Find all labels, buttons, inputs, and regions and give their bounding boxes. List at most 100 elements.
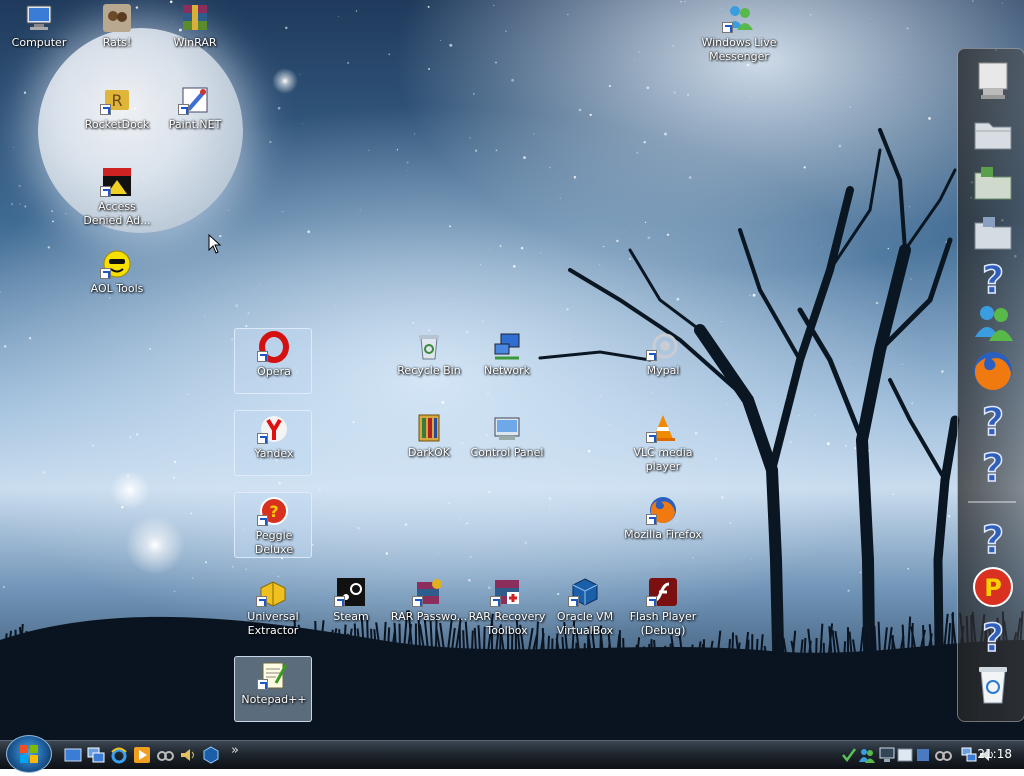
grass-blade [168,632,172,669]
star [749,295,750,296]
virtualbox-icon[interactable] [202,746,220,764]
star [751,559,752,560]
start-button[interactable] [6,735,52,773]
desktop-icon-access-denied[interactable]: Access Denied Ad... [78,164,156,230]
desktop-icon-peggle[interactable]: ? Peggle Deluxe [234,492,312,558]
star [600,396,602,398]
dock-separator [968,501,1016,503]
clock[interactable]: 21:18 [977,747,1012,761]
star [254,289,255,290]
shortcut-arrow-icon [412,596,423,607]
desktop-icon-paint-net[interactable]: Paint.NET [156,82,234,148]
desktop-icon-computer[interactable]: Computer [0,0,78,66]
desktop-icon-mypal[interactable]: Mypal [624,328,702,394]
star [715,458,717,460]
desktop-icon-rocketdock[interactable]: R RocketDock [78,82,156,148]
desktop-icon-control-panel[interactable]: Control Panel [468,410,546,476]
display-icon[interactable] [896,746,914,764]
star [629,258,631,260]
grass-blade [783,638,788,666]
folder-icon[interactable] [971,111,1015,155]
star [941,370,944,373]
computer-icon [23,2,55,34]
grass-blade [936,613,938,652]
star [523,156,526,159]
desktop-icon-windows-live-messenger[interactable]: Windows Live Messenger [700,0,778,66]
grass-blade [860,627,863,659]
grass-blade [736,635,740,669]
folder-icon[interactable] [971,211,1015,255]
folder-icon[interactable] [971,161,1015,205]
star [833,368,835,370]
desktop-icon-rar-recovery[interactable]: RAR Recovery Toolbox [468,574,546,640]
desktop-icon-universal-extractor[interactable]: Universal Extractor [234,574,312,640]
star [43,471,46,474]
desktop-icon-darkok[interactable]: DarkOK [390,410,468,476]
desktop-icon-notepadpp[interactable]: Notepad++ [234,656,312,722]
media-player-icon[interactable] [133,746,151,764]
grass-blade [948,623,950,651]
grass-blade [792,631,795,666]
grass-blade [220,646,222,666]
desktop-icon-opera[interactable]: Opera [234,328,312,394]
desktop-icon-rar-password[interactable]: RAR Passwo... [390,574,468,640]
recycle-bin-icon[interactable] [971,661,1015,705]
star [845,445,847,447]
messenger-icon[interactable] [971,301,1015,345]
grass-blade [719,648,720,670]
grass-blade [632,648,637,667]
switch-windows-icon[interactable] [87,746,105,764]
icon-label: VLC media player [624,446,702,474]
desktop-icon-rats[interactable]: Rats! [78,0,156,66]
quick-launch-overflow-button[interactable]: » [231,743,239,758]
messenger-icon[interactable] [858,746,876,764]
star [658,563,659,564]
grass-blade [40,630,43,664]
grass-blade [636,637,639,667]
desktop[interactable]: Computer Rats! WinRAR Windows Live Messe… [0,0,1024,740]
grass-blade [203,639,208,668]
desktop-icon-network[interactable]: Network [468,328,546,394]
desktop-icon-steam[interactable]: Steam [312,574,390,640]
star [540,565,541,566]
grass-blade [8,631,11,661]
help-icon[interactable]: ? [971,613,1015,657]
help-icon[interactable]: ? [971,397,1015,441]
internet-explorer-icon[interactable] [110,746,128,764]
desktop-icon-virtualbox[interactable]: Oracle VM VirtualBox [546,574,624,640]
firefox-icon[interactable] [971,349,1015,393]
desktop-icon-flash-player[interactable]: Flash Player (Debug) [624,574,702,640]
speedfan-icon[interactable] [156,746,174,764]
grass-blade [952,612,953,651]
desktop-icon-aol-tools[interactable]: AOL Tools [78,246,156,312]
desktop-icon-winrar[interactable]: WinRAR [156,0,234,66]
help-icon[interactable]: ? [971,515,1015,559]
grass-blade [149,643,152,670]
svg-text:?: ? [269,502,278,521]
show-desktop-icon[interactable] [64,746,82,764]
security-check-icon[interactable] [840,746,858,764]
help-icon[interactable]: ? [971,255,1015,299]
star [511,79,514,82]
svg-text:?: ? [982,518,1004,559]
monitor-icon[interactable] [878,746,896,764]
desktop-icon-recycle-bin[interactable]: Recycle Bin [390,328,468,394]
desktop-icon-firefox[interactable]: Mozilla Firefox [624,492,702,558]
desktop-icon-vlc[interactable]: VLC media player [624,410,702,476]
glow-star [272,68,298,94]
shortcut-arrow-icon [646,596,657,607]
desktop-icon-yandex[interactable]: Yandex [234,410,312,476]
volume-icon[interactable] [179,746,197,764]
grass-blade [27,631,28,663]
peggle-icon[interactable]: P [971,565,1015,609]
star [482,320,484,322]
star [609,424,611,426]
svg-text:?: ? [982,616,1004,657]
network-icon[interactable] [960,746,978,764]
svg-text:?: ? [982,446,1004,487]
computer-icon[interactable] [971,59,1015,103]
app-tray-icon[interactable] [914,746,932,764]
icon-label: Recycle Bin [390,364,468,378]
help-icon[interactable]: ? [971,443,1015,487]
speedfan-icon[interactable] [934,746,952,764]
